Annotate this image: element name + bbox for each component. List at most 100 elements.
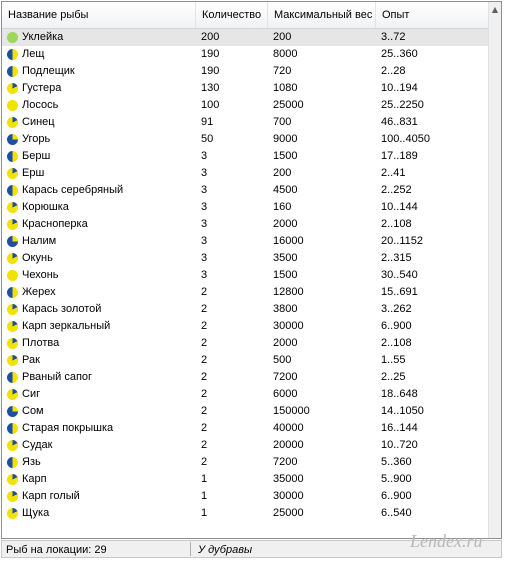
table-row[interactable]: Угорь 50 9000 100..4050 <box>2 131 490 148</box>
table-row[interactable]: Лосось 100 25000 25..2250 <box>2 97 490 114</box>
table-row[interactable]: Лещ 190 8000 25..360 <box>2 46 490 63</box>
fish-name-cell: Лещ <box>2 46 192 63</box>
table-row[interactable]: Жерех 2 12800 15..691 <box>2 284 490 301</box>
fish-status-icon <box>7 406 18 417</box>
table-row[interactable]: Налим 3 16000 20..1152 <box>2 233 490 250</box>
fish-max-weight: 200 <box>273 31 292 43</box>
column-header-qty[interactable]: Количество <box>196 2 268 28</box>
fish-max-weight: 160 <box>273 201 292 213</box>
fish-experience: 16..144 <box>381 422 418 434</box>
fish-name-cell: Уклейка <box>2 29 192 46</box>
fish-status-icon <box>7 202 18 213</box>
table-row[interactable]: Корюшка 3 160 10..144 <box>2 199 490 216</box>
fish-experience: 10..720 <box>381 439 418 451</box>
fish-experience: 6..900 <box>381 490 412 502</box>
fish-name-cell: Берш <box>2 148 192 165</box>
fish-max-weight: 2000 <box>273 337 298 349</box>
table-row[interactable]: Карась золотой 2 3800 3..262 <box>2 301 490 318</box>
fish-status-icon <box>7 423 18 434</box>
fish-name-cell: Лосось <box>2 97 192 114</box>
fish-name-cell: Щука <box>2 505 192 522</box>
table-row[interactable]: Ерш 3 200 2..41 <box>2 165 490 182</box>
table-row[interactable]: Окунь 3 3500 2..315 <box>2 250 490 267</box>
fish-max-weight: 20000 <box>273 439 304 451</box>
fish-max-weight: 4500 <box>273 184 298 196</box>
fish-name-cell: Синец <box>2 114 192 131</box>
fish-max-weight: 3500 <box>273 252 298 264</box>
table-row[interactable]: Уклейка 200 200 3..72 <box>2 29 490 46</box>
fish-max-weight: 25000 <box>273 99 304 111</box>
fish-name: Красноперка <box>22 218 88 230</box>
fish-max-weight: 35000 <box>273 473 304 485</box>
fish-max-weight: 9000 <box>273 133 298 145</box>
fish-qty: 3 <box>201 184 208 196</box>
table-header: Название рыбы Количество Максимальный ве… <box>2 2 490 29</box>
fish-experience: 30..540 <box>381 269 418 281</box>
fish-name: Щука <box>22 507 50 519</box>
fish-name: Язь <box>22 456 41 468</box>
fish-name: Сиг <box>22 388 41 400</box>
table-row[interactable]: Плотва 2 2000 2..108 <box>2 335 490 352</box>
fish-name-cell: Старая покрышка <box>2 420 192 437</box>
table-row[interactable]: Карась серебряный 3 4500 2..252 <box>2 182 490 199</box>
fish-count-label: Рыб на локации: 29 <box>6 544 107 556</box>
fish-max-weight: 7200 <box>273 371 298 383</box>
table-row[interactable]: Карп зеркальный 2 30000 6..900 <box>2 318 490 335</box>
fish-status-icon <box>7 491 18 502</box>
fish-max-weight: 16000 <box>273 235 304 247</box>
table-row[interactable]: Подлещик 190 720 2..28 <box>2 63 490 80</box>
fish-experience: 5..360 <box>381 456 412 468</box>
watermark: Lendex.ru <box>410 531 483 551</box>
table-row[interactable]: Чехонь 3 1500 30..540 <box>2 267 490 284</box>
fish-status-icon <box>7 219 18 230</box>
fish-name-cell: Судак <box>2 437 192 454</box>
vertical-scrollbar[interactable]: ▲ <box>488 2 501 538</box>
column-header-experience[interactable]: Опыт <box>376 2 490 28</box>
table-row[interactable]: Синец 91 700 46..831 <box>2 114 490 131</box>
fish-qty: 3 <box>201 201 208 213</box>
fish-experience: 2..41 <box>381 167 406 179</box>
fish-qty: 2 <box>201 388 208 400</box>
fish-max-weight: 30000 <box>273 320 304 332</box>
table-row[interactable]: Рак 2 500 1..55 <box>2 352 490 369</box>
fish-status-icon <box>7 151 18 162</box>
fish-experience: 25..2250 <box>381 99 424 111</box>
fish-name-cell: Корюшка <box>2 199 192 216</box>
fish-qty: 2 <box>201 422 208 434</box>
fish-experience: 6..540 <box>381 507 412 519</box>
table-row[interactable]: Судак 2 20000 10..720 <box>2 437 490 454</box>
table-row[interactable]: Берш 3 1500 17..189 <box>2 148 490 165</box>
fish-experience: 25..360 <box>381 48 418 60</box>
table-row[interactable]: Язь 2 7200 5..360 <box>2 454 490 471</box>
table-row[interactable]: Густера 130 1080 10..194 <box>2 80 490 97</box>
table-row[interactable]: Красноперка 3 2000 2..108 <box>2 216 490 233</box>
fish-qty: 3 <box>201 167 208 179</box>
fish-experience: 100..4050 <box>381 133 430 145</box>
fish-name-cell: Язь <box>2 454 192 471</box>
scroll-up-arrow-icon[interactable]: ▲ <box>489 3 501 17</box>
fish-qty: 2 <box>201 286 208 298</box>
table-row[interactable]: Карп голый 1 30000 6..900 <box>2 488 490 505</box>
fish-name: Карась серебряный <box>22 184 124 196</box>
table-row[interactable]: Сиг 2 6000 18..648 <box>2 386 490 403</box>
fish-list-panel: Название рыбы Количество Максимальный ве… <box>1 1 502 539</box>
fish-experience: 2..28 <box>381 65 406 77</box>
fish-status-icon <box>7 338 18 349</box>
fish-experience: 17..189 <box>381 150 418 162</box>
fish-qty: 2 <box>201 303 208 315</box>
fish-experience: 2..315 <box>381 252 412 264</box>
table-row[interactable]: Старая покрышка 2 40000 16..144 <box>2 420 490 437</box>
table-row[interactable]: Сом 2 150000 14..1050 <box>2 403 490 420</box>
column-header-name[interactable]: Название рыбы <box>2 2 196 28</box>
fish-status-icon <box>7 389 18 400</box>
fish-qty: 1 <box>201 473 208 485</box>
fish-max-weight: 150000 <box>273 405 310 417</box>
fish-status-icon <box>7 32 18 43</box>
column-header-max-weight[interactable]: Максимальный вес <box>268 2 376 28</box>
fish-table-body: Уклейка 200 200 3..72 Лещ 190 8000 25..360 Подле… <box>2 29 490 522</box>
table-row[interactable]: Щука 1 25000 6..540 <box>2 505 490 522</box>
table-row[interactable]: Карп 1 35000 5..900 <box>2 471 490 488</box>
fish-qty: 2 <box>201 439 208 451</box>
fish-experience: 6..900 <box>381 320 412 332</box>
table-row[interactable]: Рваный сапог 2 7200 2..25 <box>2 369 490 386</box>
